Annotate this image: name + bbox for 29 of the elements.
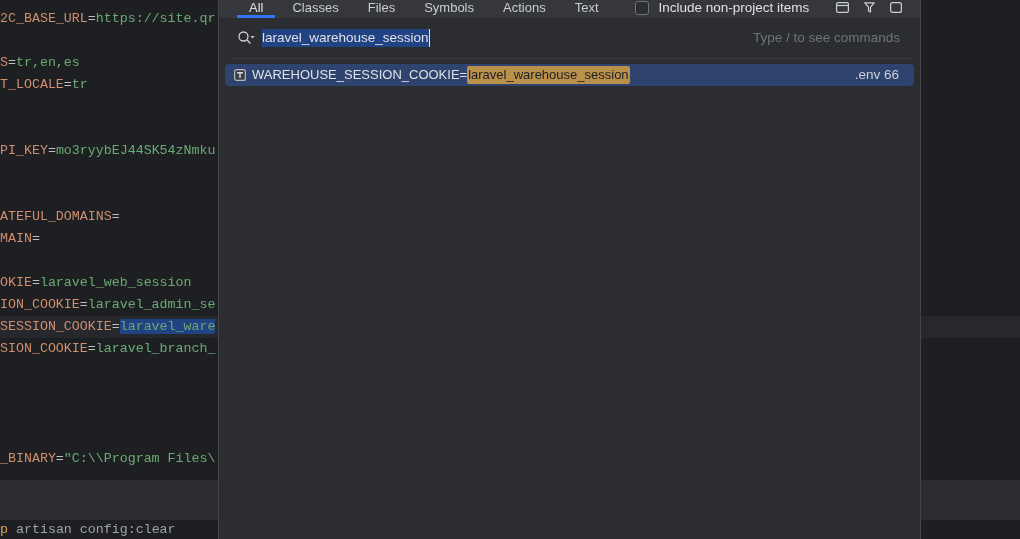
code-line: S=tr,en,es [0, 54, 80, 72]
search-icon[interactable] [238, 31, 255, 45]
result-text: WAREHOUSE_SESSION_COOKIE=laravel_warehouse_session [252, 66, 630, 84]
code-line: ION_COOKIE=laravel_admin_se [0, 296, 216, 314]
code-line: ATEFUL_DOMAINS= [0, 208, 120, 226]
checkbox-label: Include non-project items [658, 0, 810, 15]
code-line: OKIE=laravel_web_session [0, 274, 192, 292]
code-line: MAIN= [0, 230, 40, 248]
code-line: SESSION_COOKIE=laravel_ware [0, 318, 216, 336]
result-location: .env 66 [854, 66, 899, 84]
code-line: SION_COOKIE=laravel_branch_ [0, 340, 216, 358]
code-line: PI_KEY=mo3ryybEJ44SK54zNmku [0, 142, 216, 160]
code-line: 2C_BASE_URL=https://site.qr [0, 10, 216, 28]
filter-icon[interactable] [864, 2, 875, 13]
code-line: _BINARY="C:\\Program Files\ [0, 450, 216, 468]
terminal-command: p artisan config:clear [0, 521, 176, 539]
result-item[interactable]: WAREHOUSE_SESSION_COOKIE=laravel_warehouse_session .env 66 [225, 64, 914, 86]
square-icon[interactable] [890, 2, 902, 13]
window-icon[interactable] [836, 2, 849, 13]
checkbox[interactable] [634, 1, 649, 15]
tab[interactable]: Files [355, 0, 408, 18]
tab[interactable]: Symbols [412, 0, 486, 18]
hint-text: Type / to see commands [752, 29, 900, 47]
code-line: T_LOCALE=tr [0, 76, 88, 94]
tab[interactable]: Classes [280, 0, 351, 18]
tab[interactable]: All [237, 0, 276, 18]
tab[interactable]: Text [562, 0, 611, 18]
tab[interactable]: Actions [491, 0, 558, 18]
text-icon [234, 69, 246, 81]
